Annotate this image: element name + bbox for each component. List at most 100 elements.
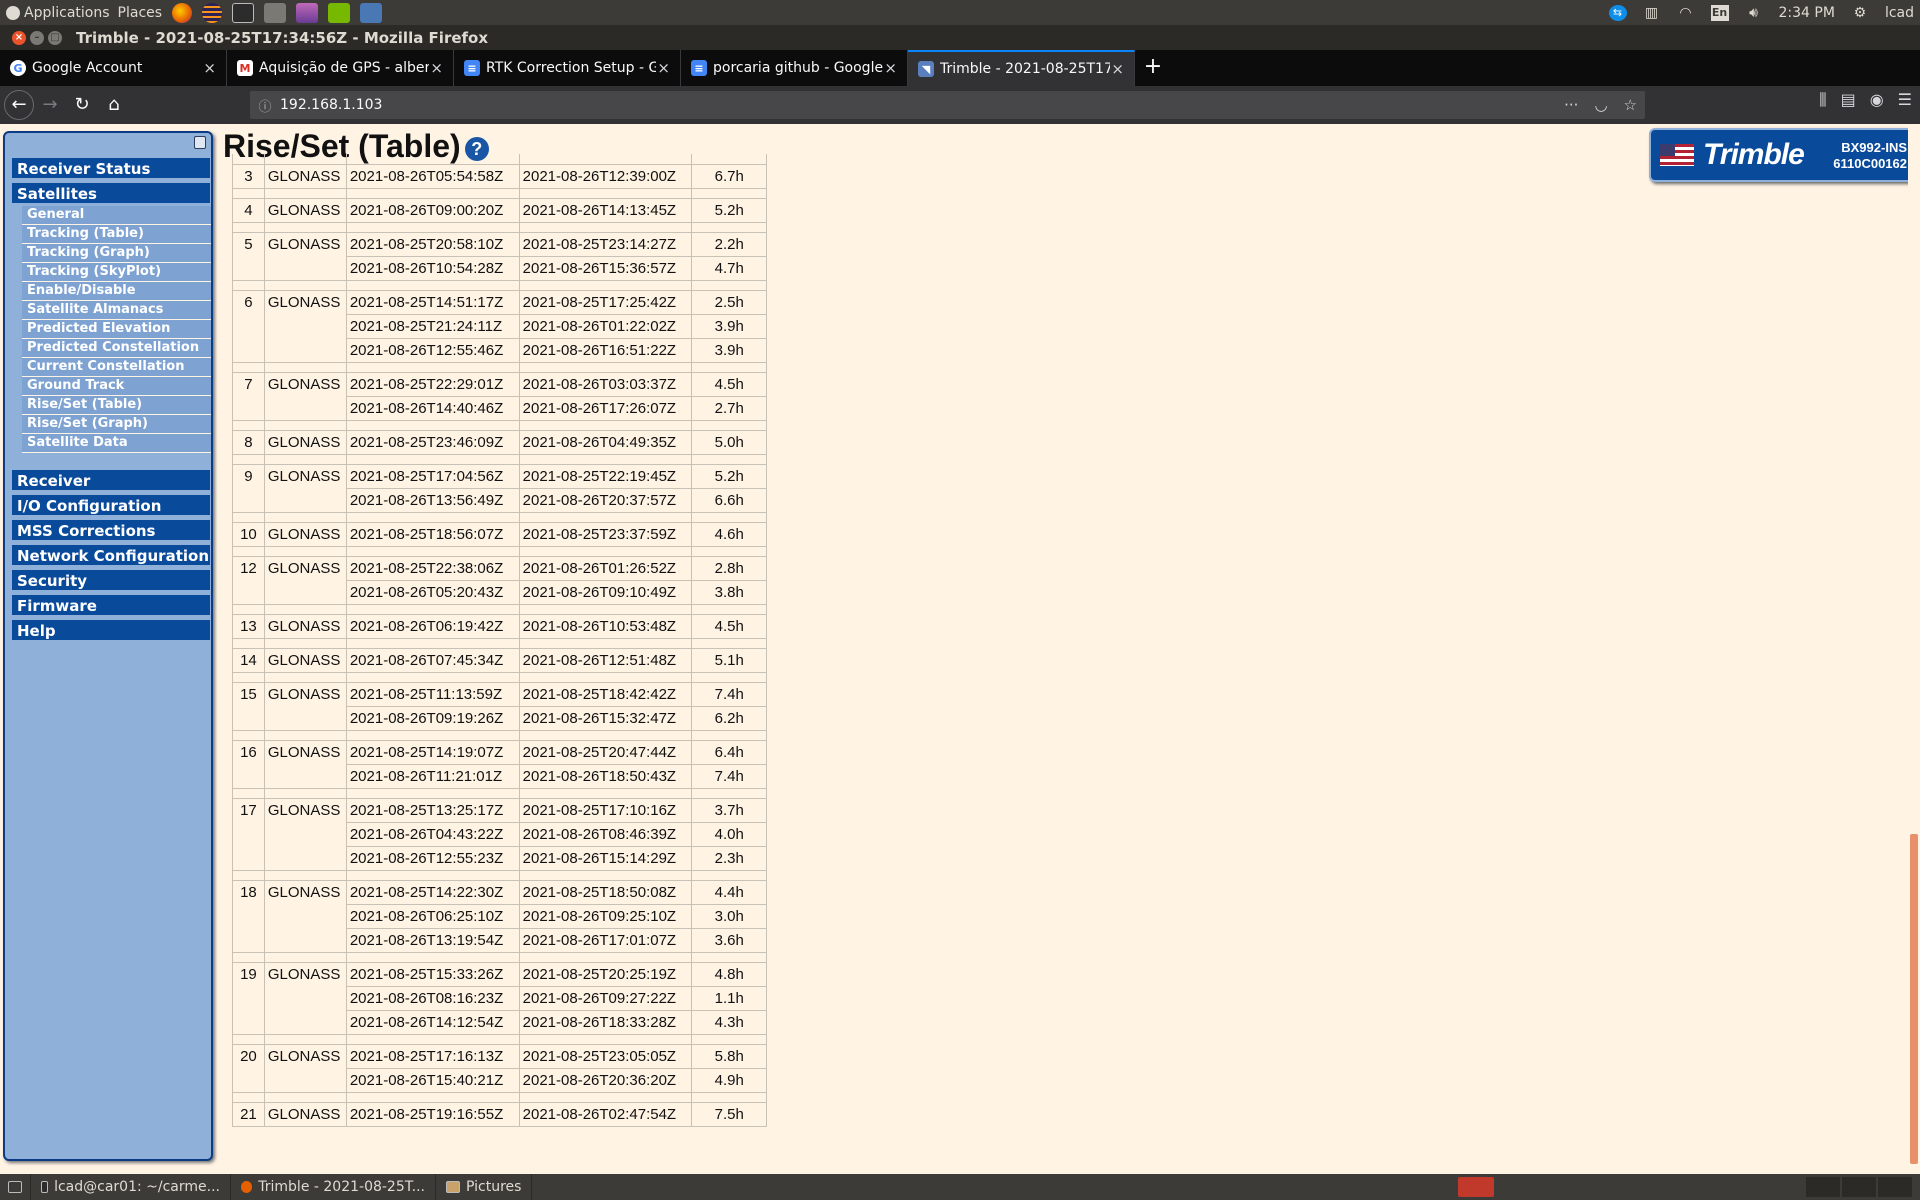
- tab-close-icon[interactable]: ×: [884, 59, 897, 77]
- menu-help[interactable]: Help: [11, 619, 211, 641]
- url-text[interactable]: 192.168.1.103: [280, 97, 382, 113]
- menu-satellites[interactable]: Satellites: [11, 182, 211, 204]
- applications-menu[interactable]: Applications: [6, 5, 110, 21]
- submenu-general[interactable]: General: [22, 206, 211, 225]
- firefox-launcher-icon[interactable]: [172, 2, 193, 23]
- volume-icon[interactable]: 🔊︎: [1745, 5, 1763, 21]
- menu-receiver-status[interactable]: Receiver Status: [11, 157, 211, 179]
- set-time-cell: 2021-08-25T17:25:42Z: [518, 289, 693, 315]
- submenu-tracking-graph[interactable]: Tracking (Graph): [22, 244, 211, 263]
- firefox-workspace-indicator-icon[interactable]: [1458, 1177, 1494, 1197]
- user-name[interactable]: lcad: [1885, 5, 1914, 21]
- tab-google-account[interactable]: G Google Account ×: [0, 50, 227, 86]
- page-vertical-scrollbar[interactable]: [1908, 124, 1920, 1174]
- satellite-id-cell: [232, 706, 265, 731]
- submenu-tracking-skyplot[interactable]: Tracking (SkyPlot): [22, 263, 211, 282]
- eclipse-launcher-icon[interactable]: [202, 2, 223, 23]
- wifi-icon[interactable]: ◠: [1677, 5, 1695, 21]
- rise-time-cell: 2021-08-25T14:51:17Z: [345, 289, 520, 315]
- rise-time-cell: 2021-08-25T21:24:11Z: [345, 313, 520, 339]
- set-time-cell: 2021-08-26T08:46:39Z: [518, 821, 693, 847]
- menu-io-configuration[interactable]: I/O Configuration: [11, 494, 211, 516]
- pocket-icon[interactable]: ◡: [1594, 96, 1607, 114]
- sidebar-toggle-icon[interactable]: ▤: [1841, 90, 1856, 110]
- places-menu[interactable]: Places: [118, 5, 163, 21]
- table-row: 18 GLONASS 2021-08-25T14:22:30Z 2021-08-25T…: [232, 879, 767, 905]
- table-row: 19 GLONASS 2021-08-25T15:33:26Z 2021-08-25T…: [232, 961, 767, 987]
- menu-mss-corrections[interactable]: MSS Corrections: [11, 519, 211, 541]
- submenu-tracking-table[interactable]: Tracking (Table): [22, 225, 211, 244]
- teamviewer-icon[interactable]: ⇆: [1608, 4, 1627, 21]
- taskbar-firefox[interactable]: Trimble - 2021-08-25T...: [231, 1174, 436, 1200]
- account-icon[interactable]: ◉: [1870, 90, 1884, 110]
- duration-cell: 3.8h: [691, 579, 767, 605]
- us-flag-icon[interactable]: [1660, 144, 1694, 166]
- submenu-predicted-elevation[interactable]: Predicted Elevation: [22, 320, 211, 339]
- site-info-icon[interactable]: ⓘ: [250, 96, 280, 115]
- home-icon[interactable]: ⌂: [98, 89, 130, 121]
- menu-network-configuration[interactable]: Network Configuration: [11, 544, 211, 566]
- page-actions-icon[interactable]: ···: [1564, 96, 1578, 114]
- submenu-predicted-constellation[interactable]: Predicted Constellation: [22, 339, 211, 358]
- tab-close-icon[interactable]: ×: [657, 59, 670, 77]
- satellite-id-cell: 3: [232, 163, 265, 189]
- tab-gmail[interactable]: M Aquisição de GPS - albert ×: [227, 50, 454, 86]
- workspace-switcher[interactable]: [1806, 1177, 1912, 1197]
- show-desktop-button[interactable]: [0, 1174, 31, 1200]
- submenu-ground-track[interactable]: Ground Track: [22, 377, 211, 396]
- window-close-icon[interactable]: ×: [12, 30, 26, 45]
- back-arrow-icon[interactable]: ←: [4, 90, 34, 120]
- new-tab-icon[interactable]: +: [1135, 50, 1171, 86]
- bookmark-star-icon[interactable]: ☆: [1624, 96, 1637, 114]
- reload-icon[interactable]: ↻: [66, 89, 98, 121]
- submenu-rise-set-graph[interactable]: Rise/Set (Graph): [22, 415, 211, 434]
- taskbar-pictures[interactable]: Pictures: [436, 1174, 533, 1200]
- keyboard-layout-icon[interactable]: ▥: [1643, 5, 1661, 21]
- duration-cell: 3.0h: [691, 903, 767, 929]
- satellite-system-cell: GLONASS: [263, 739, 347, 764]
- satellite-system-cell: [263, 488, 347, 513]
- window-title: Trimble - 2021-08-25T17:34:56Z - Mozilla…: [76, 28, 489, 47]
- clock[interactable]: 2:34 PM: [1779, 5, 1835, 21]
- library-icon[interactable]: ⫼: [1819, 90, 1826, 110]
- table-row: 20 GLONASS 2021-08-25T17:16:13Z 2021-08-25T…: [232, 1043, 767, 1069]
- submenu-satellite-almanacs[interactable]: Satellite Almanacs: [22, 301, 211, 320]
- taskbar-terminal[interactable]: lcad@car01: ~/carme...: [31, 1174, 231, 1200]
- image-viewer-launcher-icon[interactable]: [296, 2, 319, 23]
- window-maximize-icon[interactable]: □: [48, 30, 62, 45]
- submenu-rise-set-table[interactable]: Rise/Set (Table): [22, 396, 211, 415]
- table-row: 3 GLONASS 2021-08-26T05:54:58Z 2021-08-26T1…: [232, 163, 767, 189]
- scrollbar-thumb[interactable]: [1910, 834, 1918, 1164]
- rise-time-cell: 2021-08-25T11:13:59Z: [345, 681, 520, 707]
- settings-gear-icon[interactable]: ⚙: [1851, 5, 1869, 21]
- table-spacer-row: [232, 1092, 767, 1102]
- satellite-system-cell: [263, 1010, 347, 1035]
- menu-receiver-configuration[interactable]: Receiver Configuration: [11, 469, 211, 512]
- table-spacer-row: [232, 952, 767, 962]
- table-row: 13 GLONASS 2021-08-26T06:19:42Z 2021-08-26T…: [232, 613, 767, 639]
- submenu-satellite-data[interactable]: Satellite Data: [22, 434, 211, 453]
- tab-close-icon[interactable]: ×: [203, 59, 216, 77]
- submenu-enable-disable[interactable]: Enable/Disable: [22, 282, 211, 301]
- menu-security[interactable]: Security: [11, 569, 211, 591]
- window-minimize-icon[interactable]: –: [30, 30, 44, 45]
- tab-rtk-correction-setup[interactable]: ≡ RTK Correction Setup - G ×: [454, 50, 681, 86]
- tab-close-icon[interactable]: ×: [1111, 60, 1124, 78]
- tab-porcaria-github[interactable]: ≡ porcaria github - Google ×: [681, 50, 908, 86]
- set-time-cell: 2021-08-26T15:14:29Z: [518, 845, 693, 871]
- screenshot-launcher-icon[interactable]: [360, 2, 383, 23]
- rise-time-cell: 2021-08-26T07:45:34Z: [345, 647, 520, 673]
- forward-arrow-icon[interactable]: →: [34, 89, 66, 121]
- input-language-indicator[interactable]: En: [1710, 4, 1729, 21]
- rise-time-cell: 2021-08-25T15:33:26Z: [345, 961, 520, 987]
- lock-icon[interactable]: [194, 136, 206, 149]
- tab-close-icon[interactable]: ×: [430, 59, 443, 77]
- url-bar[interactable]: ⓘ 192.168.1.103 ··· ◡ ☆: [250, 91, 1645, 119]
- tab-trimble[interactable]: ◥ Trimble - 2021-08-25T17:3 ×: [908, 50, 1135, 86]
- submenu-current-constellation[interactable]: Current Constellation: [22, 358, 211, 377]
- hamburger-menu-icon[interactable]: ☰: [1898, 90, 1912, 110]
- nvidia-launcher-icon[interactable]: [328, 2, 351, 23]
- terminal-launcher-icon[interactable]: [232, 2, 255, 23]
- menu-firmware[interactable]: Firmware: [11, 594, 211, 616]
- calculator-launcher-icon[interactable]: [264, 2, 287, 23]
